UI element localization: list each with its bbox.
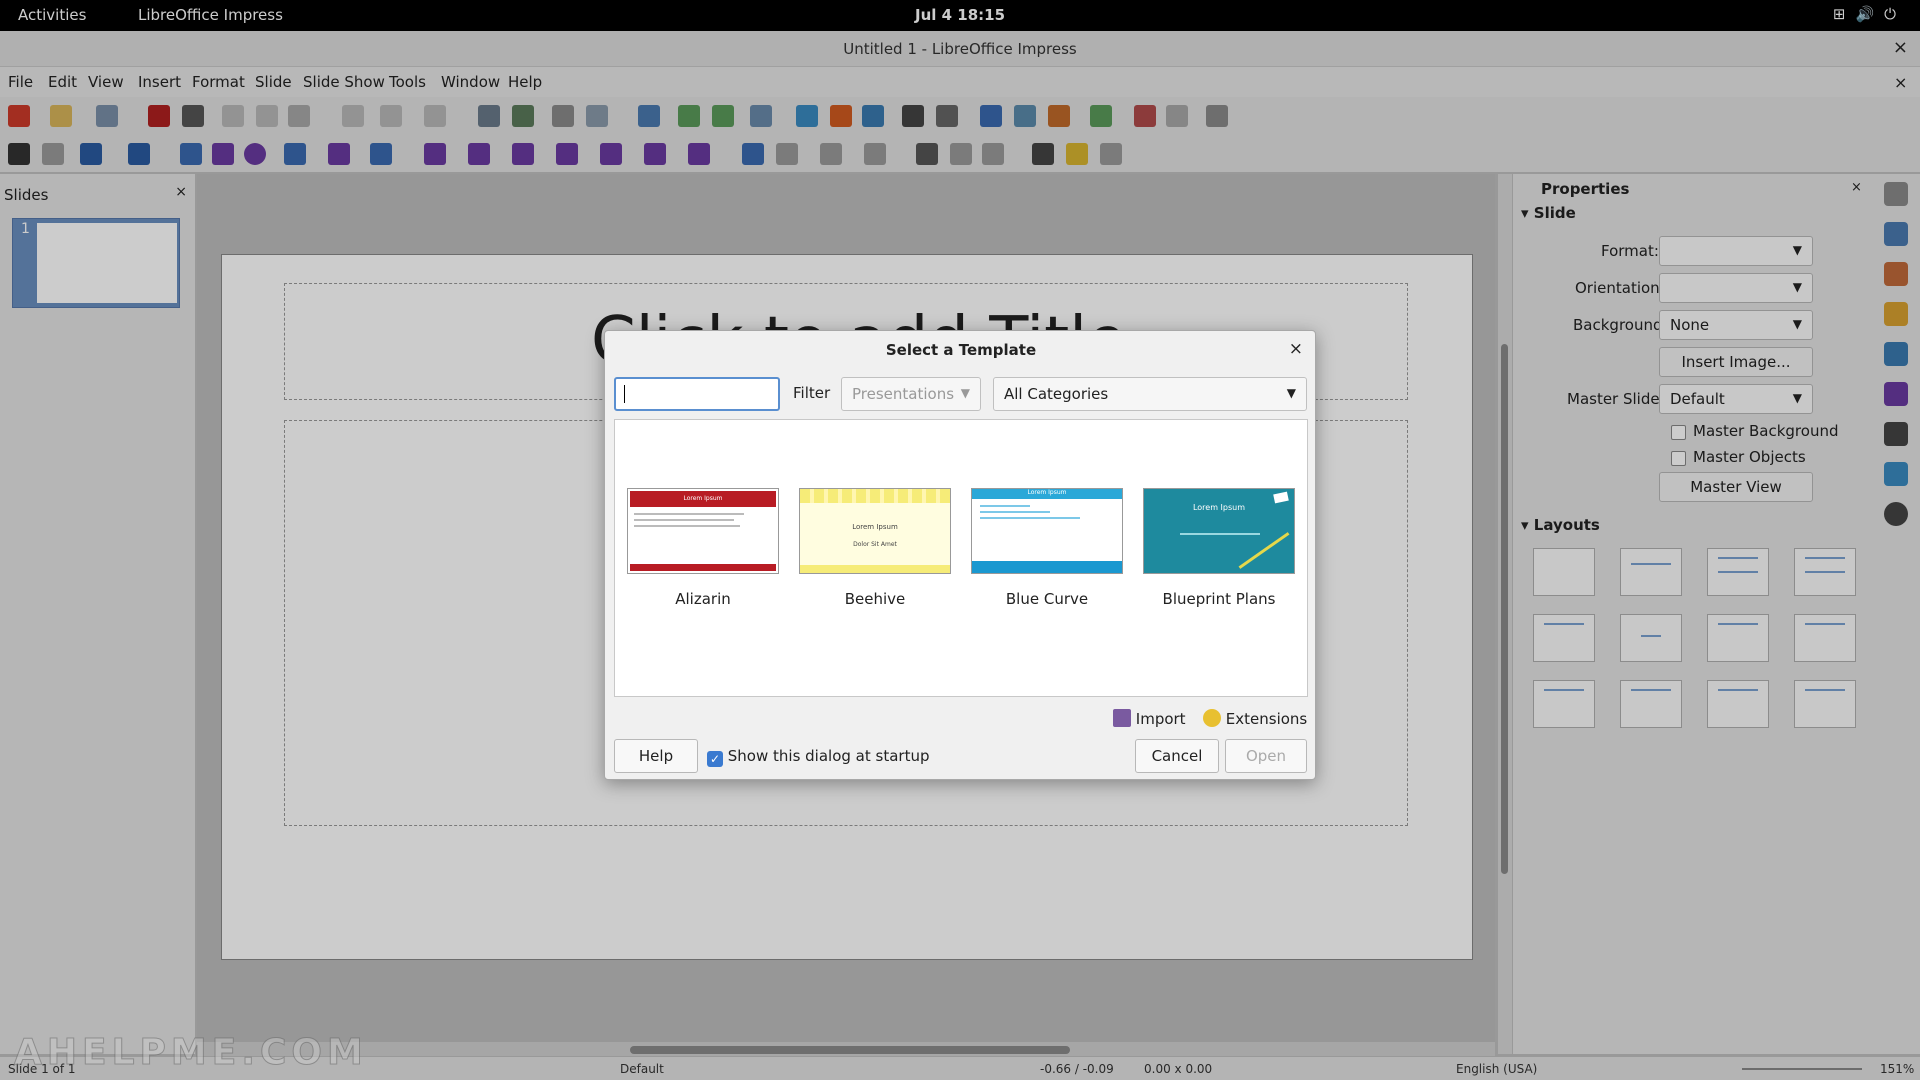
template-item-blue-curve[interactable]: Lorem Ipsum Blue Curve [971,488,1123,608]
template-item-blueprint-plans[interactable]: Lorem Ipsum Blueprint Plans [1143,488,1295,608]
category-select[interactable]: All Categories ▼ [993,377,1307,411]
template-name: Blueprint Plans [1162,590,1276,608]
template-preview-alizarin: Lorem Ipsum [627,488,779,574]
filter-label: Filter [793,384,831,402]
template-preview-blueprint-plans: Lorem Ipsum [1143,488,1295,574]
template-search-input[interactable] [614,377,780,411]
help-button[interactable]: Help [614,739,698,773]
template-preview-blue-curve: Lorem Ipsum [971,488,1123,574]
alizarin-preview-heading: Lorem Ipsum [630,491,776,507]
template-item-beehive[interactable]: Lorem Ipsum Dolor Sit Amet Beehive [799,488,951,608]
show-at-startup-label: Show this dialog at startup [727,747,930,765]
template-name: Alizarin [675,590,731,608]
template-name: Blue Curve [1005,590,1089,608]
cancel-button[interactable]: Cancel [1135,739,1219,773]
extensions-button[interactable]: Extensions [1203,709,1307,728]
beehive-preview-line1: Lorem Ipsum [852,523,898,531]
beehive-preview-line2: Dolor Sit Amet [853,541,897,548]
dialog-title: Select a Template [885,341,1037,359]
template-name: Beehive [844,590,906,608]
show-at-startup-checkbox[interactable]: ✓ [707,751,723,767]
template-item-alizarin[interactable]: Lorem Ipsum Alizarin [627,488,779,608]
show-at-startup-option[interactable]: ✓ Show this dialog at startup [707,747,929,767]
open-button[interactable]: Open [1225,739,1307,773]
dialog-close-icon[interactable]: × [1289,339,1303,359]
chevron-down-icon: ▼ [960,386,970,400]
select-template-dialog: Select a Template × Filter Presentations… [604,330,1316,780]
category-select-value: All Categories [1004,385,1109,403]
import-label: Import [1135,710,1186,728]
blueprint-preview-heading: Lorem Ipsum [1192,503,1246,512]
import-button[interactable]: Import [1113,709,1186,728]
filter-select-value: Presentations [852,385,955,403]
chevron-down-icon: ▼ [1286,386,1296,400]
extensions-label: Extensions [1225,710,1308,728]
import-icon [1113,709,1131,727]
blue-curve-preview-heading: Lorem Ipsum [972,489,1122,499]
template-view: Lorem Ipsum Alizarin Lorem Ipsum Dolor S… [614,419,1308,697]
text-caret [624,385,625,403]
filter-select[interactable]: Presentations ▼ [841,377,981,411]
template-preview-beehive: Lorem Ipsum Dolor Sit Amet [799,488,951,574]
extensions-icon [1203,709,1221,727]
